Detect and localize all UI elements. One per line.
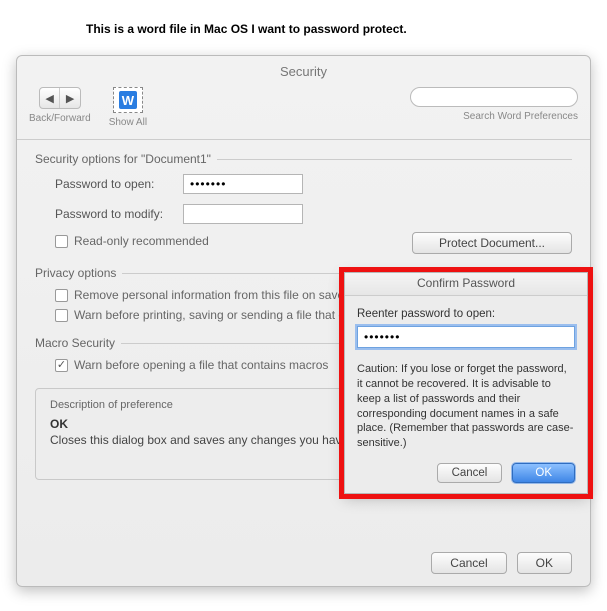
warn-macros-checkbox[interactable] xyxy=(55,359,68,372)
password-open-label: Password to open: xyxy=(55,177,183,191)
window-footer: Cancel OK xyxy=(431,552,572,574)
privacy-options-label: Privacy options xyxy=(35,266,116,280)
security-options-label: Security options for "Document1" xyxy=(35,152,211,166)
warn-macros-label: Warn before opening a file that contains… xyxy=(74,358,328,372)
search-group: 🔍 Search Word Preferences xyxy=(410,87,578,122)
security-options-head: Security options for "Document1" xyxy=(35,152,572,166)
page-caption: This is a word file in Mac OS I want to … xyxy=(86,22,407,36)
password-open-field[interactable] xyxy=(183,174,303,194)
back-forward-label: Back/Forward xyxy=(29,113,91,124)
protect-document-button[interactable]: Protect Document... xyxy=(412,232,572,254)
show-all-label: Show All xyxy=(109,117,147,128)
dialog-reenter-label: Reenter password to open: xyxy=(357,308,575,320)
window-ok-button[interactable]: OK xyxy=(517,552,572,574)
search-input[interactable] xyxy=(410,87,578,107)
dialog-caution-text: Caution: If you lose or forget the passw… xyxy=(357,362,575,451)
forward-icon[interactable]: ▶ xyxy=(60,88,80,108)
remove-personal-checkbox[interactable] xyxy=(55,289,68,302)
back-icon[interactable]: ◀ xyxy=(40,88,61,108)
show-all-group: W Show All xyxy=(109,87,147,128)
confirm-password-dialog: Confirm Password Reenter password to ope… xyxy=(344,272,588,494)
dialog-cancel-button[interactable]: Cancel xyxy=(437,463,503,483)
macro-security-label: Macro Security xyxy=(35,336,115,350)
dialog-footer: Cancel OK xyxy=(437,463,575,483)
password-modify-field[interactable] xyxy=(183,204,303,224)
remove-personal-label: Remove personal information from this fi… xyxy=(74,288,344,302)
dialog-ok-button[interactable]: OK xyxy=(512,463,575,483)
password-modify-label: Password to modify: xyxy=(55,207,183,221)
dialog-password-field[interactable] xyxy=(357,326,575,348)
window-cancel-button[interactable]: Cancel xyxy=(431,552,506,574)
toolbar: ◀ ▶ Back/Forward W Show All 🔍 Search Wor… xyxy=(17,79,590,139)
warn-print-checkbox[interactable] xyxy=(55,309,68,322)
nav-group: ◀ ▶ Back/Forward xyxy=(29,87,91,124)
search-sublabel: Search Word Preferences xyxy=(410,111,578,122)
word-icon: W xyxy=(119,91,137,109)
back-forward-buttons[interactable]: ◀ ▶ xyxy=(39,87,81,109)
dialog-title: Confirm Password xyxy=(345,273,587,296)
show-all-button[interactable]: W xyxy=(113,87,143,113)
readonly-checkbox[interactable] xyxy=(55,235,68,248)
window-title: Security xyxy=(17,56,590,79)
readonly-label: Read-only recommended xyxy=(74,234,209,248)
